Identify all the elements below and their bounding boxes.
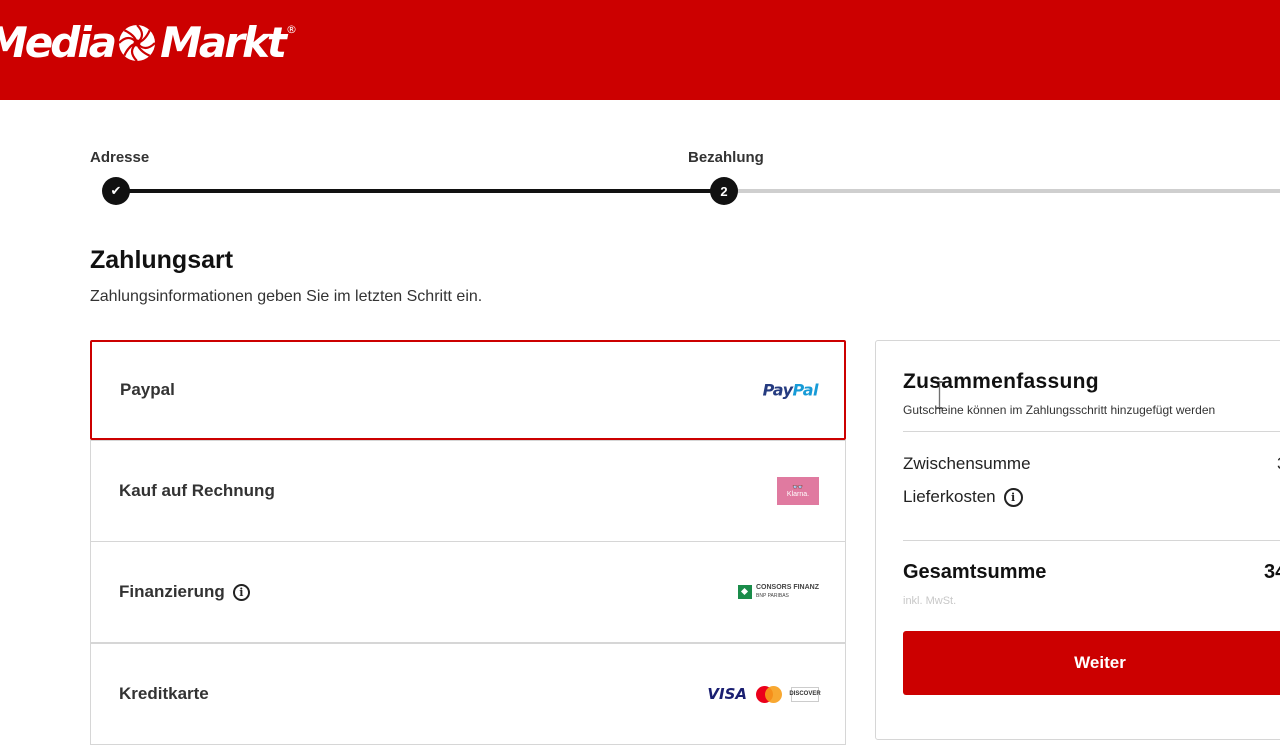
payment-option-financing[interactable]: Finanzierung i CONSORS FINANZ BNP PARIBA… xyxy=(90,541,846,643)
logo-text-right: Markt xyxy=(160,18,287,67)
page-title: Zahlungsart xyxy=(90,246,234,274)
mastercard-logo xyxy=(756,685,782,703)
vat-note: inkl. MwSt. xyxy=(903,595,957,607)
klarna-logo-text: Klarna. xyxy=(786,491,810,498)
payment-option-paypal[interactable]: Paypal PayPal xyxy=(90,340,846,440)
payment-option-label: Kreditkarte xyxy=(119,684,209,703)
site-header: Media Markt ® xyxy=(0,0,1280,100)
consors-logo-text: CONSORS FINANZ BNP PARIBAS xyxy=(756,584,819,600)
payment-option-label: Paypal xyxy=(120,380,175,399)
page-subtitle: Zahlungsinformationen geben Sie im letzt… xyxy=(90,288,483,305)
consors-finanz-logo: CONSORS FINANZ BNP PARIBAS xyxy=(738,584,819,600)
paypal-logo-text-2: Pal xyxy=(792,380,819,400)
voucher-note: Gutscheine können im Zahlungsschritt hin… xyxy=(903,403,1216,417)
discover-logo: DISCOVER xyxy=(789,686,821,702)
step-done-checkmark-icon[interactable]: ✔ xyxy=(102,177,130,205)
summary-title: Zusammenfassung xyxy=(903,370,1099,393)
logo-text-left: Media xyxy=(0,18,117,67)
step-label-payment: Bezahlung xyxy=(688,149,764,166)
registered-mark: ® xyxy=(285,23,297,36)
summary-divider xyxy=(903,540,1280,541)
klarna-glasses-icon: 👓 xyxy=(792,482,804,492)
step-current-badge: 2 xyxy=(710,177,738,205)
info-icon[interactable]: i xyxy=(232,583,250,601)
logo-disc-icon xyxy=(118,23,156,62)
consors-logo-title: CONSORS FINANZ xyxy=(756,584,819,591)
payment-option-credit-card[interactable]: Kreditkarte VISA DISCOVER xyxy=(90,643,846,745)
credit-card-logos: VISA DISCOVER xyxy=(707,685,821,703)
total-label: Gesamtsumme xyxy=(903,561,1047,583)
visa-logo: VISA xyxy=(707,685,747,703)
payment-option-invoice[interactable]: Kauf auf Rechnung 👓 Klarna. xyxy=(90,440,846,542)
consors-square-icon xyxy=(738,585,752,599)
payment-option-label-wrap: Finanzierung i xyxy=(119,582,250,602)
step-label-address[interactable]: Adresse xyxy=(90,149,149,166)
klarna-logo: 👓 Klarna. xyxy=(777,477,819,505)
shipping-label: Lieferkosten xyxy=(903,487,996,506)
payment-option-label: Kauf auf Rechnung xyxy=(119,481,275,500)
subtotal-label: Zwischensumme xyxy=(903,454,1031,473)
text-cursor-icon xyxy=(936,381,943,409)
progress-track-complete xyxy=(116,189,726,193)
paypal-logo: PayPal xyxy=(762,380,819,400)
payment-option-label: Finanzierung xyxy=(119,582,225,601)
paypal-logo-text-1: Pay xyxy=(762,380,793,400)
info-icon[interactable]: i xyxy=(1003,487,1023,507)
total-value: 34 xyxy=(1264,561,1280,583)
consors-logo-subtitle: BNP PARIBAS xyxy=(756,593,789,599)
continue-button[interactable]: Weiter xyxy=(903,631,1280,695)
shipping-row: Lieferkosten i xyxy=(903,487,1023,507)
summary-divider xyxy=(903,431,1280,432)
mediamarkt-logo[interactable]: Media Markt ® xyxy=(0,18,297,67)
progress-track-remaining xyxy=(724,189,1280,193)
